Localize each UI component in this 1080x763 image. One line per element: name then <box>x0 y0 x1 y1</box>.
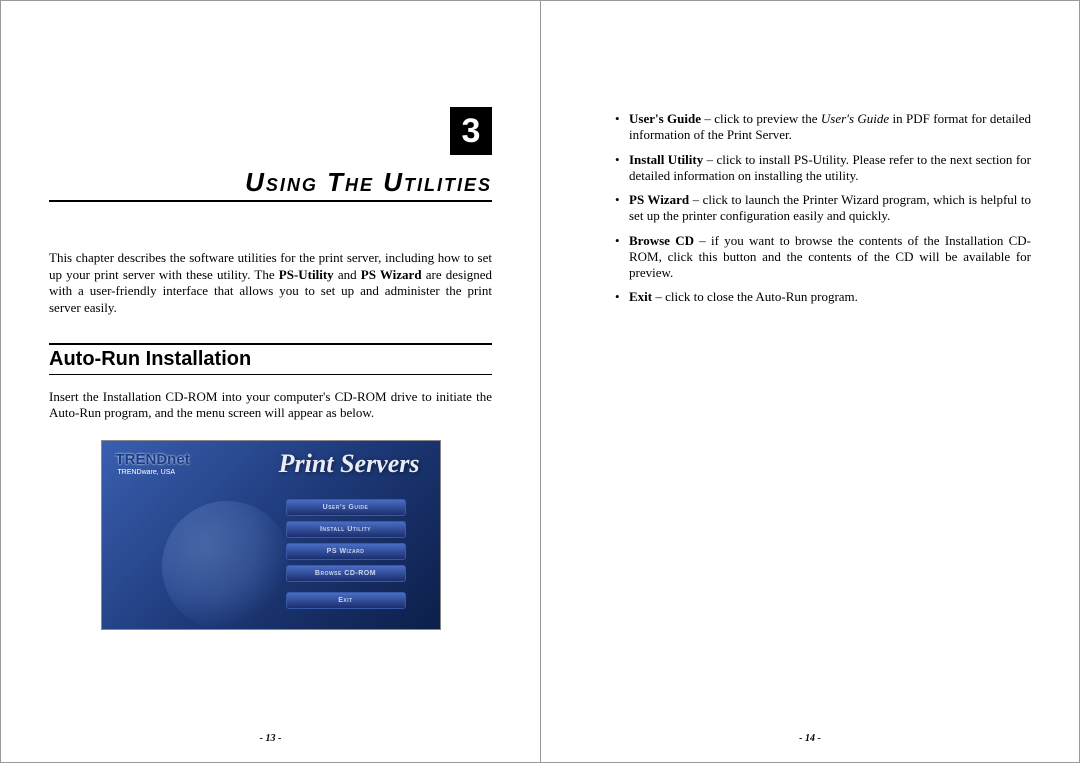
product-title: Print Servers <box>279 449 420 479</box>
section-body: Insert the Installation CD-ROM into your… <box>49 389 492 422</box>
section-title: Auto-Run Installation <box>49 343 492 375</box>
menu-install-utility[interactable]: Install Utility <box>286 521 406 538</box>
bullet-exit: Exit – click to close the Auto-Run progr… <box>615 289 1031 305</box>
autorun-menu: User's Guide Install Utility PS Wizard B… <box>286 499 406 614</box>
bullet-text: – click to preview the <box>701 111 821 126</box>
globe-graphic <box>162 501 292 630</box>
bullet-ps-wizard: PS Wizard – click to launch the Printer … <box>615 192 1031 225</box>
bullet-bold: User's Guide <box>629 111 701 126</box>
bullet-bold: Install Utility <box>629 152 703 167</box>
intro-bold-1: PS-Utility <box>279 267 334 282</box>
menu-browse-cd[interactable]: Browse CD-ROM <box>286 565 406 582</box>
bullet-install-utility: Install Utility – click to install PS-Ut… <box>615 152 1031 185</box>
chapter-title: Using The Utilities <box>49 167 492 202</box>
page-number-left: - 13 - <box>1 733 540 744</box>
page-right: User's Guide – click to preview the User… <box>540 0 1080 763</box>
chapter-number-box: 3 <box>450 107 492 155</box>
autorun-screenshot: TRENDnet TRENDware, USA Print Servers Us… <box>101 440 441 630</box>
page-left: 3 Using The Utilities This chapter descr… <box>0 0 540 763</box>
intro-text-2: and <box>334 267 361 282</box>
intro-bold-2: PS Wizard <box>361 267 422 282</box>
brand-subtitle: TRENDware, USA <box>118 469 176 476</box>
bullet-italic: User's Guide <box>821 111 889 126</box>
bullet-users-guide: User's Guide – click to preview the User… <box>615 111 1031 144</box>
bullet-browse-cd: Browse CD – if you want to browse the co… <box>615 233 1031 282</box>
brand-logo: TRENDnet <box>116 451 190 468</box>
feature-bullet-list: User's Guide – click to preview the User… <box>589 111 1031 306</box>
bullet-bold: PS Wizard <box>629 192 689 207</box>
page-number-right: - 14 - <box>541 733 1079 744</box>
bullet-bold: Browse CD <box>629 233 694 248</box>
bullet-bold: Exit <box>629 289 652 304</box>
menu-users-guide[interactable]: User's Guide <box>286 499 406 516</box>
bullet-text: – click to launch the Printer Wizard pro… <box>629 192 1031 223</box>
chapter-intro: This chapter describes the software util… <box>49 250 492 317</box>
bullet-text: – click to close the Auto-Run program. <box>652 289 858 304</box>
menu-ps-wizard[interactable]: PS Wizard <box>286 543 406 560</box>
menu-exit[interactable]: Exit <box>286 592 406 609</box>
